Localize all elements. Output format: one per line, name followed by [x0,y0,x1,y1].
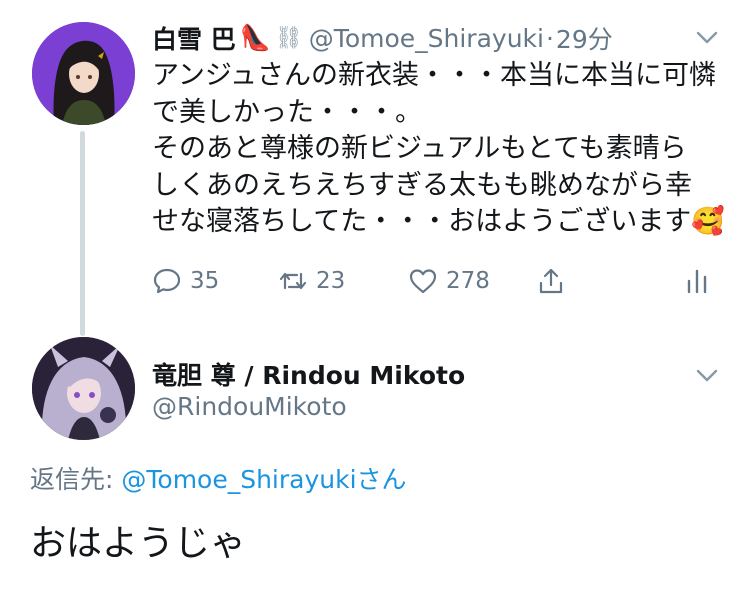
display-name[interactable]: 竜胆 尊 / Rindou Mikoto [152,356,465,392]
like-button[interactable]: 278 [408,262,490,300]
chain-emoji-icon: ⛓ [274,25,303,51]
tweet-actions: 35 23 278 [152,262,717,300]
analytics-icon [687,269,707,294]
tweet1-header: 白雪 巴 👠 ⛓ @Tomoe_Shirayuki · 29分 [152,18,613,58]
tweet-text-line: そのあと尊様の新ビジュアルもとても素晴ら [152,133,687,164]
retweet-icon [279,272,307,290]
reply-to-label: 返信先: @Tomoe_Shirayukiさん [30,460,407,496]
reply-to-suffix: さん [356,465,407,494]
avatar-tomoe[interactable] [32,22,135,125]
tweet-text: おはようじゃ [30,523,247,564]
tweet-timestamp[interactable]: 29分 [556,20,613,56]
like-icon [409,269,437,294]
reply-count: 35 [190,268,220,294]
user-handle[interactable]: @RindouMikoto [152,392,347,421]
like-count: 278 [446,268,490,294]
chevron-down-icon[interactable] [694,362,720,388]
reply-to-mention-link[interactable]: @Tomoe_Shirayuki [121,465,356,494]
reply-icon [153,268,181,294]
share-button[interactable] [536,262,566,300]
tweet-text-line: で美しかった・・・。 [152,96,422,128]
tweet-text-line: しくあのえちえちすぎる太もも眺めながら幸 [152,169,692,201]
avatar-mikoto[interactable] [32,337,135,440]
share-icon [539,268,563,294]
display-name[interactable]: 白雪 巴 [152,20,236,56]
tweet-text-line: アンジュさんの新衣装・・・本当に本当に可憐 [152,60,717,91]
reply-to-prefix: 返信先: [30,465,122,494]
chevron-down-icon[interactable] [694,24,720,50]
reply-button[interactable]: 35 [152,262,219,300]
tweet-text: アンジュさんの新衣装・・・本当に本当に可憐 で美しかった・・・。 そのあと尊様の… [152,58,725,241]
retweet-button[interactable]: 23 [278,262,345,300]
separator-dot: · [545,23,554,53]
tweet-text-line: せな寝落ちしてた・・・おはようございます🥰 [152,206,725,237]
thread-connector-line [80,131,85,336]
analytics-button[interactable] [682,262,712,300]
high-heel-emoji-icon: 👠 [239,23,271,52]
user-handle[interactable]: @Tomoe_Shirayuki [309,24,544,53]
retweet-count: 23 [316,268,346,294]
